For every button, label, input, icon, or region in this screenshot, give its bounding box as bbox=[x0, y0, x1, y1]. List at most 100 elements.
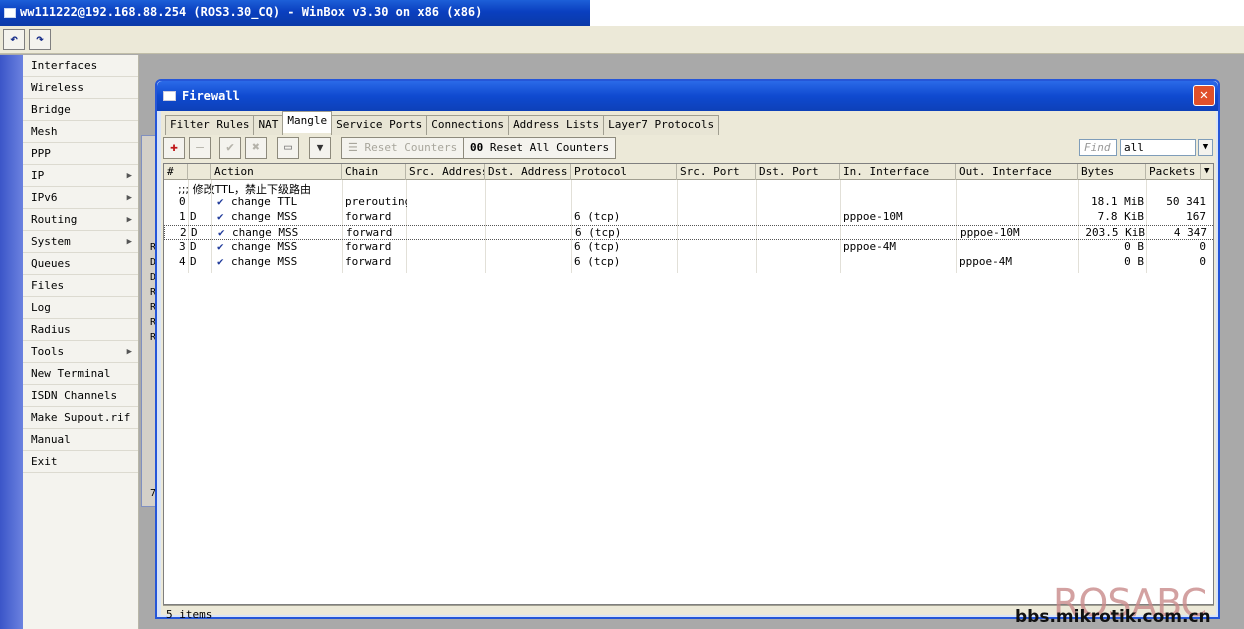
rule-packets: 0 bbox=[1199, 240, 1206, 253]
column-header[interactable]: Src. Address bbox=[406, 164, 485, 180]
rule-chain: forward bbox=[345, 210, 392, 223]
menu-item-mesh[interactable]: Mesh bbox=[23, 121, 138, 143]
column-header[interactable]: Src. Port bbox=[677, 164, 756, 180]
menu-item-exit[interactable]: Exit bbox=[23, 451, 138, 473]
rule-flag: D bbox=[190, 210, 197, 223]
rule-action: change MSS bbox=[232, 226, 299, 239]
tab-layer7-protocols[interactable]: Layer7 Protocols bbox=[603, 115, 720, 135]
filter-select[interactable]: all bbox=[1120, 139, 1196, 156]
column-header[interactable]: Chain bbox=[342, 164, 406, 180]
rule-flag: D bbox=[190, 240, 197, 253]
rule-out-interface bbox=[959, 240, 1077, 255]
firewall-title-bar[interactable]: Firewall ✕ bbox=[157, 81, 1218, 111]
undo-icon[interactable]: ↶ bbox=[3, 29, 25, 50]
menu-item-wireless[interactable]: Wireless bbox=[23, 77, 138, 99]
firewall-tabs: Filter Rules NAT Mangle Service Ports Connec… bbox=[165, 111, 720, 135]
rule-chain: forward bbox=[345, 255, 392, 268]
tab-address-lists[interactable]: Address Lists bbox=[508, 115, 605, 135]
rule-flag: D bbox=[191, 226, 198, 239]
menu-item-interfaces[interactable]: Interfaces bbox=[23, 55, 138, 77]
action-check-icon: ✔ bbox=[217, 255, 224, 268]
filter-icon[interactable]: ▼ bbox=[309, 137, 331, 159]
menu-item-queues[interactable]: Queues bbox=[23, 253, 138, 275]
action-check-icon: ✔ bbox=[218, 226, 225, 239]
menu-item-label: Interfaces bbox=[31, 59, 98, 72]
column-header[interactable]: Bytes bbox=[1078, 164, 1146, 180]
enable-icon[interactable]: ✔ bbox=[219, 137, 241, 159]
rule-protocol: 6 (tcp) bbox=[575, 226, 622, 239]
menu-item-label: IPv6 bbox=[31, 191, 58, 204]
rule-in-interface: pppoe-4M bbox=[843, 240, 896, 253]
rule-packets: 50 341 bbox=[1166, 195, 1206, 208]
table-row[interactable]: ✔ 0 change TTL prerouting 18.1 MiB 50 341 bbox=[164, 195, 1213, 210]
table-row[interactable]: ✔ 2 Dchange MSS forward 6 (tcp) pppoe-10M 203.… bbox=[164, 225, 1213, 241]
menu-item-manual[interactable]: Manual bbox=[23, 429, 138, 451]
reset-all-counters-button[interactable]: 00 Reset All Counters bbox=[463, 137, 617, 159]
column-chooser-icon[interactable]: ▼ bbox=[1201, 164, 1213, 180]
menu-item-label: IP bbox=[31, 169, 45, 182]
rule-out-interface: pppoe-4M bbox=[959, 255, 1012, 268]
menu-item-tools[interactable]: Tools ▶ bbox=[23, 341, 138, 363]
tab-mangle[interactable]: Mangle bbox=[282, 111, 333, 133]
menu-item-log[interactable]: Log bbox=[23, 297, 138, 319]
find-input[interactable]: Find bbox=[1079, 139, 1117, 156]
comment-icon[interactable]: ▭ bbox=[277, 137, 299, 159]
remove-icon[interactable]: — bbox=[189, 137, 211, 159]
menu-item-label: New Terminal bbox=[31, 367, 111, 380]
chevron-down-icon[interactable]: ▼ bbox=[1198, 139, 1213, 156]
column-header[interactable]: Protocol bbox=[571, 164, 677, 180]
rule-out-interface bbox=[959, 210, 1077, 225]
menu-item-radius[interactable]: Radius bbox=[23, 319, 138, 341]
add-icon[interactable]: ✚ bbox=[163, 137, 185, 159]
rule-in-interface bbox=[843, 195, 953, 210]
column-header[interactable]: Action bbox=[211, 164, 342, 180]
rule-out-interface: pppoe-10M bbox=[960, 226, 1020, 239]
submenu-arrow-icon: ▶ bbox=[126, 347, 132, 357]
column-header[interactable]: Packets bbox=[1146, 164, 1201, 180]
menu-item-ip[interactable]: IP ▶ bbox=[23, 165, 138, 187]
firewall-title: Firewall bbox=[182, 89, 240, 103]
title-bar-blank bbox=[590, 0, 1244, 26]
table-row[interactable]: ✔ 4 Dchange MSS forward 6 (tcp) pppoe-4M 0 B0 bbox=[164, 255, 1213, 270]
column-header[interactable]: Out. Interface bbox=[956, 164, 1078, 180]
menu-item-bridge[interactable]: Bridge bbox=[23, 99, 138, 121]
table-header: # Action Chain Src. Address Dst. Address Prot… bbox=[164, 164, 1213, 180]
tab-nat[interactable]: NAT bbox=[253, 115, 284, 135]
rule-in-interface bbox=[843, 255, 953, 270]
menu-item-label: System bbox=[31, 235, 71, 248]
table-row[interactable]: ✔ 1 Dchange MSS forward 6 (tcp) pppoe-10M 7.8 … bbox=[164, 210, 1213, 225]
table-row[interactable]: ✔ 3 Dchange MSS forward 6 (tcp) pppoe-4M 0 B0 bbox=[164, 240, 1213, 255]
rule-in-interface bbox=[844, 226, 954, 241]
column-header[interactable] bbox=[188, 164, 211, 180]
menu-item-label: Log bbox=[31, 301, 51, 314]
window-icon bbox=[163, 91, 176, 101]
rule-packets: 167 bbox=[1186, 210, 1206, 223]
redo-icon[interactable]: ↷ bbox=[29, 29, 51, 50]
menu-item-label: Tools bbox=[31, 345, 65, 358]
menu-item-label: Queues bbox=[31, 257, 71, 270]
close-icon[interactable]: ✕ bbox=[1193, 85, 1215, 106]
menu-item-isdn-channels[interactable]: ISDN Channels bbox=[23, 385, 138, 407]
column-header[interactable]: In. Interface bbox=[840, 164, 956, 180]
tab-connections[interactable]: Connections bbox=[426, 115, 510, 135]
menu-item-files[interactable]: Files bbox=[23, 275, 138, 297]
menu-item-routing[interactable]: Routing ▶ bbox=[23, 209, 138, 231]
column-header[interactable]: Dst. Port bbox=[756, 164, 840, 180]
menu-item-ipv6[interactable]: IPv6 ▶ bbox=[23, 187, 138, 209]
tab-filter-rules[interactable]: Filter Rules bbox=[165, 115, 255, 135]
action-check-icon: ✔ bbox=[217, 240, 224, 253]
column-header[interactable]: # bbox=[164, 164, 188, 180]
menu-item-ppp[interactable]: PPP bbox=[23, 143, 138, 165]
menu-item-make-supout-rif[interactable]: Make Supout.rif bbox=[23, 407, 138, 429]
reset-counters-button[interactable]: ☰ Reset Counters bbox=[341, 137, 465, 159]
column-header[interactable]: Dst. Address bbox=[485, 164, 571, 180]
disable-icon[interactable]: ✖ bbox=[245, 137, 267, 159]
tab-service-ports[interactable]: Service Ports bbox=[331, 115, 428, 135]
menu-item-label: Exit bbox=[31, 455, 58, 468]
rule-protocol: 6 (tcp) bbox=[574, 210, 621, 223]
menu-item-new-terminal[interactable]: New Terminal bbox=[23, 363, 138, 385]
firewall-body: Filter Rules NAT Mangle Service Ports Connec… bbox=[161, 111, 1216, 621]
rule-protocol bbox=[574, 195, 674, 210]
menu-item-system[interactable]: System ▶ bbox=[23, 231, 138, 253]
mangle-table: # Action Chain Src. Address Dst. Address Prot… bbox=[163, 163, 1214, 605]
